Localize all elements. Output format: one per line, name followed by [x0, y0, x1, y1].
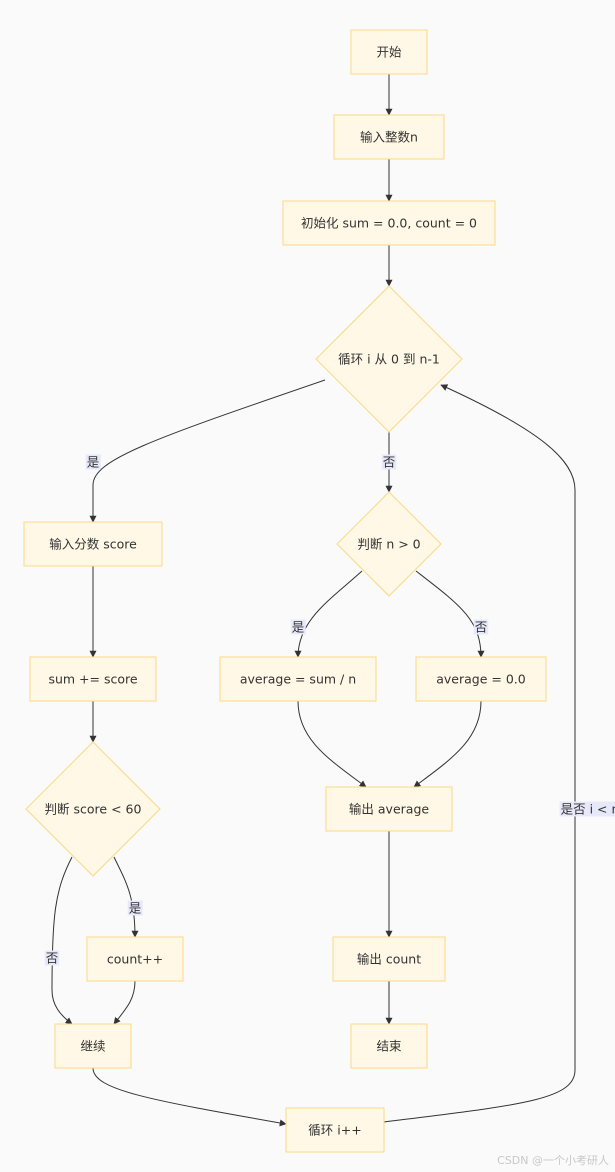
edge-label: 是: [290, 619, 306, 635]
edge-label: 是: [85, 454, 101, 470]
edge-label-text: 是: [87, 455, 100, 470]
node-label: 循环 i++: [308, 1123, 361, 1138]
edge-check-score-to-count-inc: [113, 856, 139, 938]
node-init: 初始化 sum = 0.0, count = 0: [282, 200, 496, 246]
edge-continue-to-loop-inc: [92, 1067, 287, 1127]
node-sum-add: sum += score: [29, 656, 157, 702]
node-input-score: 输入分数 score: [23, 521, 163, 567]
node-label: 输入整数n: [360, 130, 418, 145]
node-label: average = 0.0: [436, 672, 526, 687]
node-out-count: 输出 count: [332, 936, 446, 982]
node-label: 循环 i 从 0 到 n-1: [338, 352, 440, 367]
node-out-avg: 输出 average: [325, 786, 453, 832]
edge-label-text: 是: [129, 901, 142, 916]
node-start: 开始: [350, 29, 428, 75]
node-label: 开始: [376, 45, 402, 60]
edge-check-score-to-continue: [51, 856, 73, 1025]
node-label: 判断 n > 0: [357, 537, 420, 552]
node-label: count++: [107, 952, 163, 967]
node-avg-calc: average = sum / n: [219, 656, 377, 702]
edge-label: 是: [127, 900, 143, 916]
node-check-score: 判断 score < 60: [25, 741, 161, 877]
edge-label: 是否 i < n: [559, 801, 615, 817]
edge-label: 否: [381, 454, 397, 470]
node-label: average = sum / n: [240, 672, 356, 687]
edge-label: 否: [44, 950, 60, 966]
node-label: 输出 count: [357, 952, 421, 967]
edge-label-text: 否: [46, 951, 59, 966]
node-end: 结束: [350, 1023, 428, 1069]
edge-loop-inc-to-loop: [383, 384, 576, 1123]
node-label: 输入分数 score: [49, 537, 137, 552]
flowchart-canvas: 开始输入整数n 初始化 sum = 0.0, count = 0 循环 i 从 0 …: [23, 29, 615, 1153]
edge-label: 否: [473, 619, 489, 635]
node-check-n: 判断 n > 0: [336, 491, 442, 597]
node-count-inc: count++: [86, 936, 184, 982]
edge-label-text: 是否 i < n: [561, 802, 615, 817]
node-input-n: 输入整数n: [333, 114, 445, 160]
node-label: 继续: [80, 1039, 105, 1054]
edge-label-text: 否: [383, 455, 396, 470]
edge-label-text: 是: [292, 620, 305, 635]
watermark: CSDN @一个小考研人: [497, 1154, 609, 1167]
node-label: 输出 average: [349, 802, 429, 817]
node-continue: 继续: [54, 1023, 132, 1069]
edge-avg-zero-to-out-avg: [413, 700, 482, 788]
node-avg-zero: average = 0.0: [415, 656, 547, 702]
node-loop: 循环 i 从 0 到 n-1: [315, 285, 463, 433]
edge-label-text: 否: [475, 620, 488, 635]
edge-loop-to-input-score: [89, 379, 326, 523]
node-label: 判断 score < 60: [45, 802, 142, 817]
nodes-layer: 开始输入整数n 初始化 sum = 0.0, count = 0 循环 i 从 0 …: [23, 29, 547, 1153]
node-label: sum += score: [48, 672, 137, 687]
edge-check-n-to-avg-calc: [294, 570, 363, 658]
edge-count-inc-to-continue: [113, 980, 136, 1025]
edge-avg-calc-to-out-avg: [297, 700, 367, 788]
node-loop-inc: 循环 i++: [285, 1107, 385, 1153]
node-label: 结束: [376, 1039, 402, 1054]
node-label: 初始化 sum = 0.0, count = 0: [301, 216, 477, 231]
edge-check-n-to-avg-zero: [415, 570, 485, 658]
